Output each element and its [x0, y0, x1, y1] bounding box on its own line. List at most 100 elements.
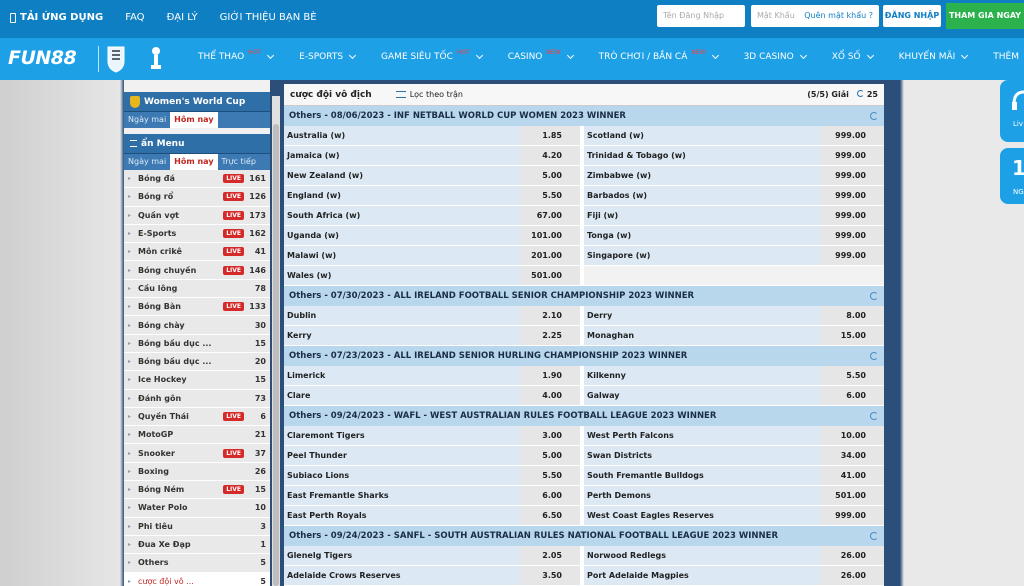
sidebar-item-sport[interactable]: ▸ Môn crikê LIVE 41	[124, 243, 270, 262]
odds-button[interactable]: 101.00	[520, 226, 580, 246]
odds-button[interactable]: 3.00	[520, 426, 580, 446]
league-header[interactable]: Others - 07/30/2023 - ALL IRELAND FOOTBA…	[284, 286, 884, 306]
wwc-header[interactable]: Women's World Cup	[124, 92, 270, 112]
nav-lottery[interactable]: XỔ SỐ	[832, 51, 874, 62]
refresh-icon[interactable]	[870, 412, 878, 420]
odds-button[interactable]: 6.00	[520, 486, 580, 506]
nav-esports[interactable]: E-SPORTS	[299, 51, 357, 62]
odds-button[interactable]: 6.50	[520, 506, 580, 526]
menu-tab-today[interactable]: Hôm nay	[170, 154, 218, 170]
odds-button[interactable]: 999.00	[820, 166, 884, 186]
odds-button[interactable]: 999.00	[820, 246, 884, 266]
sidebar-item-sport[interactable]: ▸ Bóng chuyền LIVE 146	[124, 261, 270, 280]
sidebar-item-sport[interactable]: ▸ Phi tiêu 3	[124, 517, 270, 536]
nav-casino[interactable]: CASINO NEW	[508, 49, 574, 62]
odds-button[interactable]: 1.85	[520, 126, 580, 146]
sidebar-item-sport[interactable]: ▸ Others 5	[124, 554, 270, 573]
wwc-tab-today[interactable]: Hôm nay	[170, 112, 218, 128]
odds-button[interactable]: 10.00	[820, 426, 884, 446]
sidebar-item-sport[interactable]: ▸ Bóng đá LIVE 161	[124, 170, 270, 189]
sidebar-item-sport[interactable]: ▸ cược đội vô ... 5	[124, 572, 270, 586]
sidebar-item-sport[interactable]: ▸ Bóng Ném LIVE 15	[124, 481, 270, 500]
faq-link[interactable]: FAQ	[125, 12, 144, 23]
odds-button[interactable]: 2.05	[520, 546, 580, 566]
refresh-icon[interactable]	[870, 352, 878, 360]
sidebar-item-sport[interactable]: ▸ Cầu lông 78	[124, 279, 270, 299]
league-header[interactable]: Others - 08/06/2023 - INF NETBALL WORLD …	[284, 106, 884, 126]
username-input[interactable]: Tên Đăng Nhập	[657, 5, 745, 27]
odds-button[interactable]: 999.00	[820, 506, 884, 526]
filter-icon[interactable]	[395, 91, 406, 98]
odds-button[interactable]: 5.50	[820, 366, 884, 386]
odds-button[interactable]: 999.00	[820, 126, 884, 146]
fun88-logo[interactable]: FUN88	[8, 47, 77, 69]
sidebar-item-sport[interactable]: ▸ Water Polo 10	[124, 499, 270, 518]
odds-button[interactable]: 5.50	[520, 186, 580, 206]
odds-button[interactable]: 6.00	[820, 386, 884, 406]
odds-button[interactable]: 34.00	[820, 446, 884, 466]
league-header[interactable]: Others - 07/23/2023 - ALL IRELAND SENIOR…	[284, 346, 884, 366]
menu-header[interactable]: ẩn Menu	[124, 134, 270, 154]
sidebar-item-sport[interactable]: ▸ Ice Hockey 15	[124, 371, 270, 390]
odds-button[interactable]: 2.25	[520, 326, 580, 346]
sidebar-item-sport[interactable]: ▸ Quần vợt LIVE 173	[124, 206, 270, 225]
forgot-password-link[interactable]: Quên mật khẩu ?	[804, 5, 873, 27]
sidebar-item-sport[interactable]: ▸ Quyền Thái LIVE 6	[124, 407, 270, 427]
menu-tab-tomorrow[interactable]: Ngày mai	[124, 154, 170, 170]
refresh-icon[interactable]	[870, 112, 878, 120]
join-now-button[interactable]: THAM GIA NGAY	[946, 3, 1024, 29]
sidebar-item-sport[interactable]: ▸ Boxing 26	[124, 462, 270, 482]
live-chat-tab[interactable]: Liv	[1000, 80, 1024, 142]
nav-sports[interactable]: THỂ THAO HOT	[198, 49, 275, 62]
odds-button[interactable]: 15.00	[820, 326, 884, 346]
league-header[interactable]: Others - 09/24/2023 - WAFL - WEST AUSTRA…	[284, 406, 884, 426]
odds-button[interactable]: 41.00	[820, 466, 884, 486]
refresh-icon[interactable]	[870, 532, 878, 540]
refresh-button[interactable]: 25	[856, 90, 878, 99]
sidebar-item-sport[interactable]: ▸ Snooker LIVE 37	[124, 444, 270, 463]
odds-button[interactable]: 501.00	[520, 266, 580, 286]
sidebar-item-sport[interactable]: ▸ Bóng chày 30	[124, 316, 270, 335]
odds-button[interactable]: 999.00	[820, 226, 884, 246]
refer-friend-link[interactable]: GIỚI THIỆU BẠN BÈ	[220, 12, 317, 23]
odds-button[interactable]: 67.00	[520, 206, 580, 226]
odds-button[interactable]: 201.00	[520, 246, 580, 266]
odds-button[interactable]: 5.00	[520, 166, 580, 186]
password-input[interactable]: Mật Khẩu Quên mật khẩu ?	[751, 5, 879, 27]
download-app-link[interactable]: TẢI ỨNG DỤNG	[10, 12, 103, 23]
odds-button[interactable]: 999.00	[820, 146, 884, 166]
league-header[interactable]: Others - 09/24/2023 - SANFL - SOUTH AUST…	[284, 526, 884, 546]
odds-button[interactable]: 1.90	[520, 366, 580, 386]
odds-button[interactable]: 5.00	[520, 446, 580, 466]
daily-tab[interactable]: 1 NGÀ	[1000, 148, 1024, 204]
menu-tab-live[interactable]: Trực tiếp	[218, 154, 260, 170]
odds-button[interactable]: 999.00	[820, 206, 884, 226]
sidebar-item-sport[interactable]: ▸ Bóng bầu dục ... 20	[124, 352, 270, 372]
sidebar-item-sport[interactable]: ▸ E-Sports LIVE 162	[124, 224, 270, 244]
odds-button[interactable]: 3.50	[520, 566, 580, 586]
nav-3d-casino[interactable]: 3D CASINO	[744, 51, 807, 62]
nav-games-fishing[interactable]: TRÒ CHƠI / BẮN CÁ NEW	[599, 49, 719, 62]
refresh-icon[interactable]	[870, 292, 878, 300]
nav-more[interactable]: THÊM	[993, 52, 1024, 62]
sidebar-item-sport[interactable]: ▸ MotoGP 21	[124, 426, 270, 445]
sidebar-scrollbar[interactable]	[272, 96, 280, 586]
odds-button[interactable]: 4.00	[520, 386, 580, 406]
odds-button[interactable]: 501.00	[820, 486, 884, 506]
sidebar-item-sport[interactable]: ▸ Bóng bầu dục ... 15	[124, 334, 270, 353]
sidebar-item-sport[interactable]: ▸ Đánh gôn 73	[124, 389, 270, 408]
login-button[interactable]: ĐĂNG NHẬP	[883, 5, 941, 27]
odds-button[interactable]: 8.00	[820, 306, 884, 326]
sidebar-item-sport[interactable]: ▸ Bóng Bàn LIVE 133	[124, 298, 270, 317]
odds-button[interactable]: 5.50	[520, 466, 580, 486]
nav-fast-games[interactable]: GAME SIÊU TỐC HOT	[381, 49, 483, 62]
sidebar-item-sport[interactable]: ▸ Đua Xe Đạp 1	[124, 535, 270, 555]
odds-button[interactable]: 26.00	[820, 566, 884, 586]
odds-button[interactable]: 999.00	[820, 186, 884, 206]
wwc-tab-tomorrow[interactable]: Ngày mai	[124, 112, 170, 128]
scrollbar-thumb[interactable]	[273, 124, 279, 586]
agent-link[interactable]: ĐẠI LÝ	[167, 12, 198, 23]
sidebar-item-sport[interactable]: ▸ Bóng rổ LIVE 126	[124, 188, 270, 207]
filter-by-match-link[interactable]: Lọc theo trận	[410, 90, 463, 99]
odds-button[interactable]: 26.00	[820, 546, 884, 566]
